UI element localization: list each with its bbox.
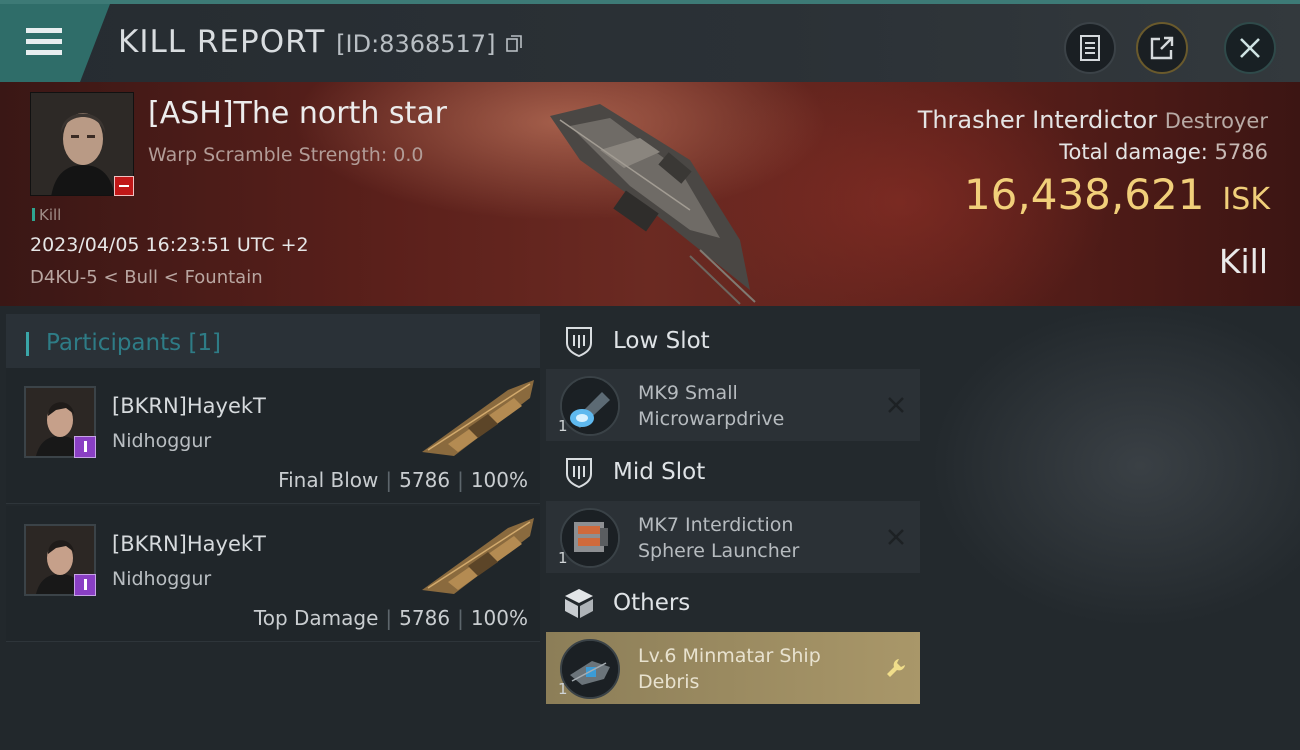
participant-role: Final Blow	[278, 468, 379, 492]
total-damage-value: 5786	[1214, 140, 1268, 164]
microwarpdrive-icon	[560, 376, 620, 436]
stats-separator: |	[385, 468, 393, 492]
warp-scramble-strength: Warp Scramble Strength: 0.0	[148, 144, 424, 166]
menu-tab-shape	[0, 4, 110, 82]
share-icon	[1150, 36, 1174, 60]
cube-icon	[562, 586, 596, 620]
mid-slot-header: Mid Slot	[562, 452, 705, 492]
menu-icon	[26, 28, 62, 55]
participant-row[interactable]: [BKRN]HayekT Nidhoggur Top Damage | 5786 | 1…	[6, 506, 540, 642]
title-bar: KILL REPORT [ID:8368517]	[0, 0, 1300, 82]
participants-label: Participants	[46, 330, 182, 356]
participant-name[interactable]: [BKRN]HayekT	[112, 532, 266, 556]
module-quantity: 1	[558, 680, 568, 698]
victim-ship-image	[550, 104, 756, 305]
total-damage-label: Total damage:	[1059, 140, 1208, 164]
module-name-line1: MK9 Small	[638, 382, 738, 404]
module-name-line2: Microwarpdrive	[638, 408, 785, 430]
stats-separator: |	[385, 606, 393, 630]
kill-tag: Kill	[32, 206, 61, 224]
stats-separator: |	[457, 468, 464, 492]
module-name-line2: Sphere Launcher	[638, 540, 800, 562]
total-damage: Total damage: 5786	[1059, 140, 1268, 164]
corp-badge	[74, 574, 96, 596]
participants-header: Participants [1]	[6, 314, 540, 370]
notes-button[interactable]	[1064, 22, 1116, 74]
isk-amount: 16,438,621	[963, 170, 1205, 219]
share-button[interactable]	[1136, 22, 1188, 74]
participants-count: [1]	[188, 330, 222, 356]
x-icon	[884, 525, 908, 549]
module-name: MK7 Interdiction Sphere Launcher	[638, 512, 799, 564]
low-slot-label: Low Slot	[613, 328, 710, 354]
participant-row[interactable]: [BKRN]HayekT Nidhoggur Final Blow | 5786 | 1…	[6, 368, 540, 504]
kill-datetime: 2023/04/05 16:23:51 UTC +2	[30, 234, 309, 256]
participant-damage: 5786	[399, 468, 451, 492]
shield-slot-icon	[562, 455, 596, 489]
participant-percent: 100%	[470, 468, 528, 492]
participants-title: Participants [1]	[46, 330, 221, 356]
hostile-badge	[114, 176, 134, 196]
participant-ship: Nidhoggur	[112, 430, 212, 452]
others-header: Others	[562, 583, 690, 623]
participant-damage: 5786	[399, 606, 451, 630]
participant-ship-image	[422, 380, 534, 456]
isk-unit: ISK	[1222, 182, 1270, 217]
copy-icon[interactable]	[506, 35, 523, 53]
menu-button[interactable]	[0, 4, 110, 82]
kill-tag-label: Kill	[39, 206, 62, 224]
close-button[interactable]	[1224, 22, 1276, 74]
module-name-line1: Lv.6 Minmatar Ship	[638, 645, 821, 667]
participant-percent: 100%	[470, 606, 528, 630]
victim-ship: Thrasher Interdictor Destroyer	[918, 106, 1268, 134]
sphere-launcher-icon	[560, 508, 620, 568]
participant-role: Top Damage	[253, 606, 379, 630]
module-name: MK9 Small Microwarpdrive	[638, 380, 784, 432]
report-id: [ID:8368517]	[336, 30, 496, 58]
participant-ship-image	[422, 518, 534, 594]
module-quantity: 1	[558, 417, 568, 435]
close-icon	[1240, 38, 1260, 58]
corp-badge	[74, 436, 96, 458]
victim-banner: [ASH]The north star Warp Scramble Streng…	[0, 82, 1300, 306]
isk-value: 16,438,621 ISK	[964, 170, 1270, 219]
module-name-line2: Debris	[638, 671, 700, 693]
wrench-icon[interactable]	[884, 656, 908, 680]
participants-panel: Participants [1] [BKRN]HayekT Nidhoggur …	[0, 306, 540, 750]
participant-name[interactable]: [BKRN]HayekT	[112, 394, 266, 418]
victim-name[interactable]: [ASH]The north star	[148, 96, 447, 131]
page-title: KILL REPORT [ID:8368517]	[118, 24, 523, 60]
victim-ship-class: Destroyer	[1164, 109, 1268, 133]
x-icon	[884, 393, 908, 417]
module-quantity: 1	[558, 549, 568, 567]
loot-item-debris[interactable]: 1 Lv.6 Minmatar Ship Debris	[546, 632, 920, 704]
participant-stats: Top Damage | 5786 | 100%	[254, 606, 528, 630]
others-label: Others	[613, 590, 691, 616]
participants-header-marker	[26, 332, 29, 356]
mid-slot-label: Mid Slot	[613, 459, 706, 485]
kill-location: D4KU-5 < Bull < Fountain	[30, 267, 263, 288]
participant-ship: Nidhoggur	[112, 568, 212, 590]
low-slot-header: Low Slot	[562, 321, 710, 361]
title-text: KILL REPORT	[118, 24, 326, 60]
victim-ship-name: Thrasher Interdictor	[917, 106, 1158, 134]
module-item-mid[interactable]: 1 MK7 Interdiction Sphere Launcher	[546, 501, 920, 573]
participant-stats: Final Blow | 5786 | 100%	[278, 468, 528, 492]
module-name: Lv.6 Minmatar Ship Debris	[638, 643, 821, 695]
module-name-line1: MK7 Interdiction	[638, 514, 794, 536]
stats-separator: |	[457, 606, 464, 630]
ship-debris-icon	[560, 639, 620, 699]
result-label: Kill	[1218, 242, 1268, 281]
shield-slot-icon	[562, 324, 596, 358]
document-icon	[1080, 35, 1100, 61]
kill-tag-marker	[32, 208, 35, 221]
module-item-low[interactable]: 1 MK9 Small Microwarpdrive	[546, 369, 920, 441]
